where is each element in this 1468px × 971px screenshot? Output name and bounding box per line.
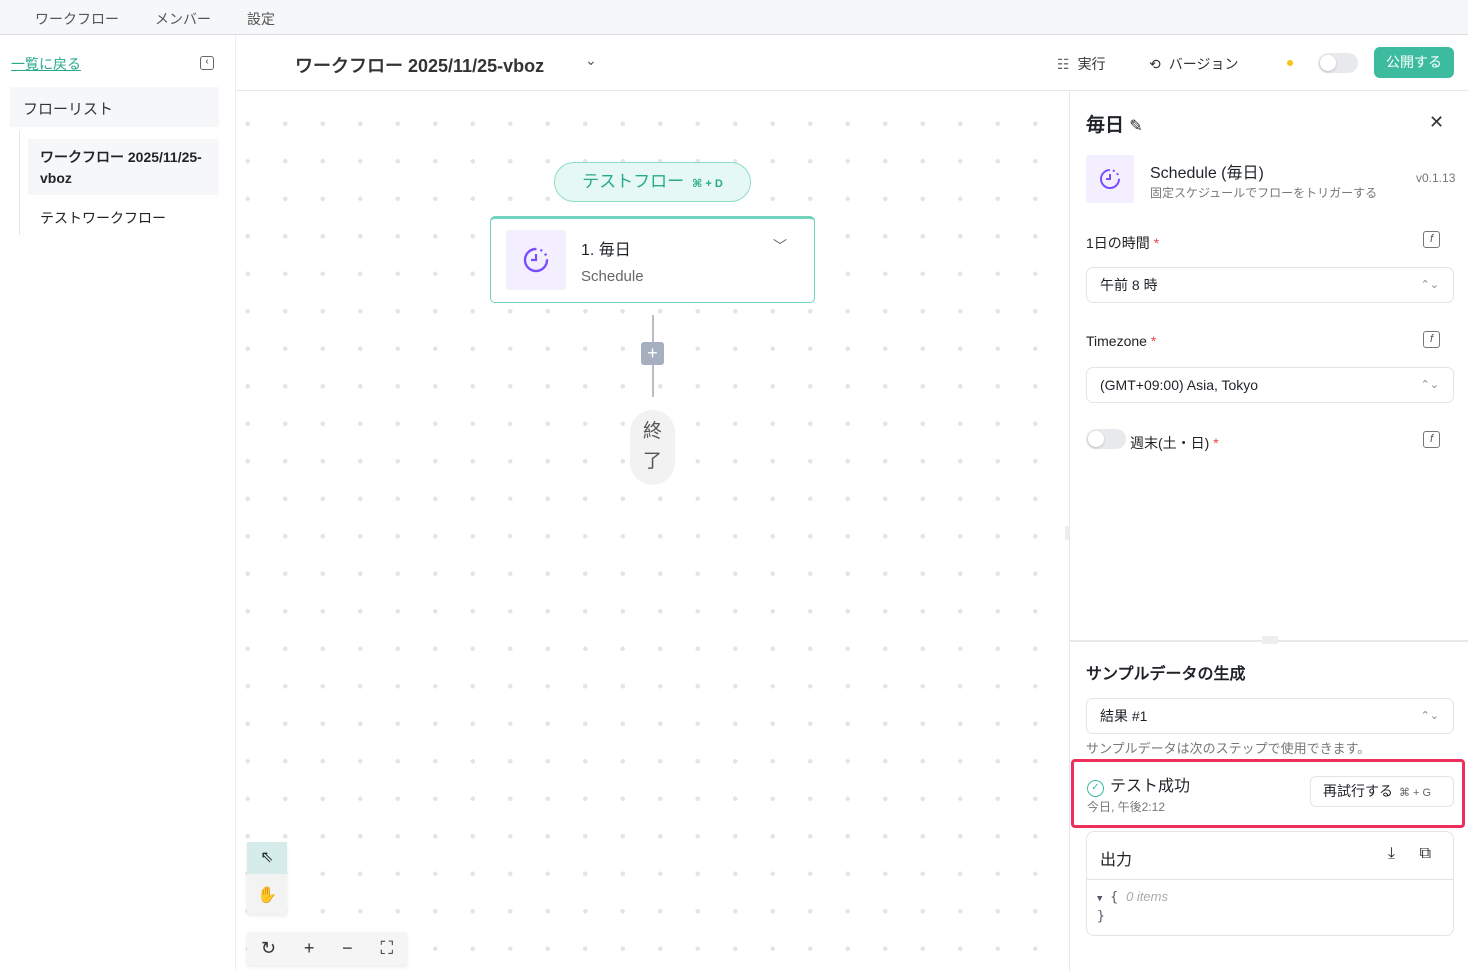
node-type: Schedule (581, 268, 644, 285)
test-time: 今日, 午後2:12 (1087, 800, 1166, 814)
list-icon: ☷ (1057, 56, 1070, 72)
app-description: 固定スケジュールでフローをトリガーする (1150, 186, 1378, 200)
retry-button[interactable]: 再試行する ⌘ + G (1310, 776, 1454, 807)
result-select[interactable]: 結果 #1 ⌃⌄ (1086, 698, 1454, 734)
sidebar-item-workflow[interactable]: ワークフロー 2025/11/25-vboz (28, 139, 219, 195)
sidebar-item-test-workflow[interactable]: テストワークフロー (40, 208, 166, 228)
zoom-controls: ↻ + − ⛶ (247, 932, 407, 965)
resize-handle[interactable] (1262, 636, 1278, 644)
formula-icon[interactable]: f (1423, 431, 1440, 448)
pointer-icon[interactable]: ⇖ (247, 842, 287, 874)
canvas-tools: ⇖ ✋ (247, 842, 287, 914)
output-box: 出力 ⤓ ⧉ ▼ {0 items } (1086, 831, 1454, 936)
collapse-sidebar-icon[interactable]: ‹ (200, 56, 214, 70)
timezone-select[interactable]: (GMT+09:00) Asia, Tokyo ⌃⌄ (1086, 367, 1454, 403)
version-button[interactable]: ⟲ バージョン (1149, 54, 1238, 74)
back-link[interactable]: 一覧に戻る (11, 54, 81, 74)
close-icon[interactable]: ✕ (1429, 112, 1444, 133)
nav-settings[interactable]: 設定 (247, 9, 275, 29)
chevron-updown-icon: ⌃⌄ (1420, 279, 1439, 291)
sample-hint: サンプルデータは次のステップで使用できます。 (1086, 741, 1371, 756)
sample-data-title: サンプルデータの生成 (1086, 666, 1246, 683)
run-button[interactable]: ☷ 実行 (1057, 54, 1106, 74)
chevron-updown-icon: ⌃⌄ (1420, 379, 1439, 391)
zoom-out-icon[interactable]: − (342, 938, 353, 959)
chevron-updown-icon: ⌃⌄ (1420, 710, 1439, 722)
test-status: ✓ テスト成功 (1087, 772, 1190, 797)
workflow-title[interactable]: ワークフロー 2025/11/25-vboz (295, 52, 544, 78)
weekend-label: 週末(土・日) * (1130, 435, 1219, 451)
formula-icon[interactable]: f (1423, 331, 1440, 348)
edit-icon[interactable]: ✎ (1129, 118, 1142, 135)
schedule-icon (1086, 155, 1134, 203)
test-flow-button[interactable]: テストフロー ⌘ + D (554, 162, 751, 202)
history-icon: ⟲ (1149, 56, 1161, 72)
schedule-icon (506, 230, 566, 290)
chevron-down-icon[interactable]: ﹀ (773, 236, 787, 256)
output-label: 出力 (1100, 852, 1133, 869)
nav-workflow[interactable]: ワークフロー (35, 9, 119, 29)
chevron-down-icon[interactable]: ⌄ (585, 52, 597, 69)
collapse-triangle-icon[interactable]: ▼ (1097, 894, 1102, 904)
top-nav: ワークフロー メンバー 設定 (0, 0, 1468, 35)
flow-list-header[interactable]: フローリスト (10, 87, 219, 127)
time-select[interactable]: 午前 8 時 ⌃⌄ (1086, 267, 1454, 303)
end-node: 終了 (630, 410, 675, 485)
zoom-in-icon[interactable]: + (304, 938, 315, 959)
active-toggle[interactable] (1318, 53, 1358, 73)
fit-view-icon[interactable]: ⛶ (380, 938, 393, 959)
tree-line (19, 131, 20, 235)
timezone-label: Timezone * (1086, 333, 1157, 349)
publish-button[interactable]: 公開する (1374, 47, 1454, 78)
node-name: 1. 毎日 (581, 242, 631, 259)
formula-icon[interactable]: f (1423, 231, 1440, 248)
download-icon[interactable]: ⤓ (1388, 845, 1395, 863)
nav-members[interactable]: メンバー (155, 9, 211, 29)
reset-icon[interactable]: ↻ (261, 938, 276, 959)
app-version: v0.1.13 (1416, 171, 1456, 185)
add-step-button[interactable]: + (641, 342, 664, 365)
output-json: ▼ {0 items } (1097, 889, 1168, 924)
app-name: Schedule (毎日) (1150, 165, 1264, 182)
copy-icon[interactable]: ⧉ (1420, 845, 1431, 863)
unsaved-dot (1287, 60, 1293, 66)
weekend-toggle[interactable] (1086, 429, 1126, 449)
panel-title[interactable]: 毎日 ✎ (1086, 110, 1143, 137)
time-label: 1日の時間 * (1086, 235, 1160, 251)
check-circle-icon: ✓ (1087, 780, 1104, 797)
hand-icon[interactable]: ✋ (247, 880, 287, 912)
